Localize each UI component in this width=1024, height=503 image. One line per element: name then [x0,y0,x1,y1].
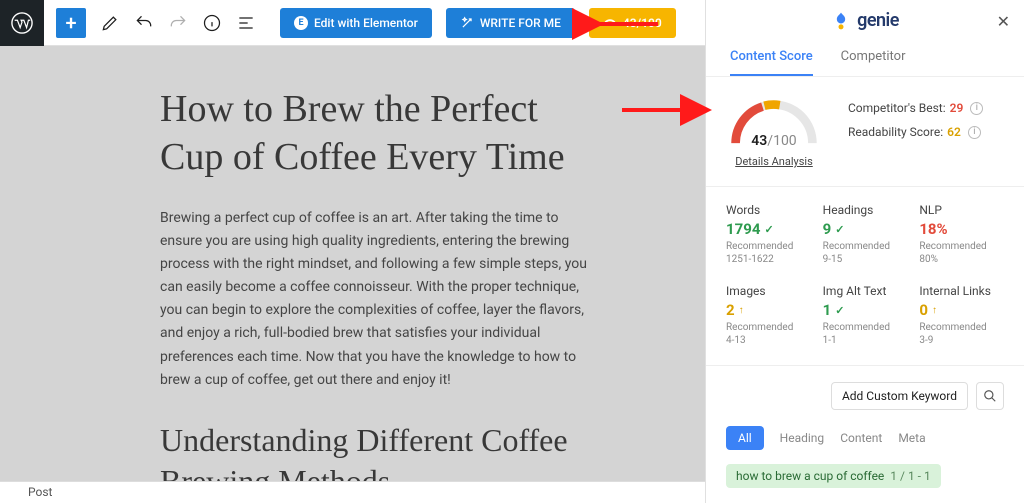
keyword-text: how to brew a cup of coffee [736,469,884,483]
score-side: Competitor's Best: 29 i Readability Scor… [848,95,1004,139]
filter-heading[interactable]: Heading [780,431,825,445]
stat-label: Images [726,284,811,298]
post-paragraph[interactable]: Brewing a perfect cup of coffee is an ar… [160,207,600,392]
keyword-toolbar: Add Custom Keyword [726,382,1004,410]
stat-value: 2 [726,301,735,319]
stat-images: Images 2 ↑ Recommended 4-13 [726,284,811,347]
brand-text: genie [857,10,899,31]
tab-content-score[interactable]: Content Score [730,41,813,76]
divider [706,365,1024,366]
stats-grid: Words 1794 ✓ Recommended 1251-1622 Heading… [726,203,1004,347]
keyword-pill[interactable]: how to brew a cup of coffee 1 / 1 - 1 [726,464,941,488]
write-for-me-button[interactable]: WRITE FOR ME [446,8,575,38]
genie-logo: genie [831,10,899,31]
info-icon[interactable]: i [968,126,981,139]
comp-best-label: Competitor's Best: [848,101,946,115]
panel-tabs: Content Score Competitor [706,37,1024,77]
check-icon: ✓ [835,223,844,236]
competitor-best-row: Competitor's Best: 29 i [848,101,1004,115]
stat-rec-label: Recommended [726,241,793,252]
genie-logo-icon [831,11,851,31]
stat-value: 0 [919,301,928,319]
add-block-button[interactable]: + [56,8,86,38]
close-icon[interactable]: ✕ [997,12,1010,31]
details-analysis-link[interactable]: Details Analysis [735,155,813,168]
elementor-label: Edit with Elementor [314,16,418,30]
keyword-count: 1 / 1 - 1 [890,469,930,483]
info-icon[interactable]: i [970,102,983,115]
add-keyword-button[interactable]: Add Custom Keyword [831,382,968,410]
comp-best-value: 29 [950,101,964,115]
filter-content[interactable]: Content [840,431,882,445]
search-icon [983,389,997,403]
stat-value: 1794 [726,220,760,238]
redo-icon[interactable] [168,13,188,33]
readability-row: Readability Score: 62 i [848,125,1004,139]
info-icon[interactable] [202,13,222,33]
toolbar-tools [100,13,256,33]
search-keyword-button[interactable] [976,382,1004,410]
tab-competitor[interactable]: Competitor [841,41,906,76]
filter-row: All Heading Content Meta [726,426,1004,450]
write-label: WRITE FOR ME [480,16,561,30]
stat-rec: 3-9 [919,335,933,346]
editor-canvas: How to Brew the Perfect Cup of Coffee Ev… [0,46,705,503]
stat-rec-label: Recommended [823,322,890,333]
editor-footer: Post [0,481,705,503]
wordpress-icon [11,12,33,34]
score-gauge [726,95,822,149]
filter-meta[interactable]: Meta [898,431,925,445]
wordpress-logo[interactable] [0,0,44,46]
post-title[interactable]: How to Brew the Perfect Cup of Coffee Ev… [160,86,600,181]
stat-value: 18% [919,220,947,238]
annotation-arrow-2 [620,100,710,124]
stat-rec-label: Recommended [726,322,793,333]
stat-nlp: NLP 18% Recommended 80% [919,203,1004,266]
stat-headings: Headings 9✓ Recommended 9-15 [823,203,908,266]
stat-rec-label: Recommended [919,241,986,252]
stat-alt: Img Alt Text 1✓ Recommended 1-1 [823,284,908,347]
stat-rec: 80% [919,254,938,265]
stat-label: Words [726,203,811,217]
arrow-up-icon: ↑ [932,305,937,316]
stat-rec-label: Recommended [823,241,890,252]
stat-links: Internal Links 0 ↑ Recommended 3-9 [919,284,1004,347]
stat-label: Headings [823,203,908,217]
arrow-up-icon: ↑ [739,305,744,316]
panel-body: 43/100 Details Analysis Competitor's Bes… [706,77,1024,503]
edit-elementor-button[interactable]: E Edit with Elementor [280,8,432,38]
annotation-arrow-1 [590,14,660,38]
stat-label: NLP [919,203,1004,217]
filter-all[interactable]: All [726,426,764,450]
stat-label: Img Alt Text [823,284,908,298]
magic-icon [460,16,474,30]
stat-label: Internal Links [919,284,1004,298]
stat-rec-label: Recommended [919,322,986,333]
score-row: 43/100 Details Analysis Competitor's Bes… [726,95,1004,168]
outline-icon[interactable] [236,13,256,33]
stat-value: 9 [823,220,832,238]
stat-value: 1 [823,301,832,319]
readability-value: 62 [947,125,961,139]
panel-header: genie ✕ [706,0,1024,37]
divider [706,186,1024,187]
readability-label: Readability Score: [848,125,943,139]
stat-words: Words 1794 ✓ Recommended 1251-1622 [726,203,811,266]
check-icon: ✓ [835,304,844,317]
elementor-icon: E [294,16,308,30]
stat-rec: 1-1 [823,335,837,346]
gauge-block: 43/100 Details Analysis [726,95,822,168]
check-icon: ✓ [764,223,773,236]
undo-icon[interactable] [134,13,154,33]
genie-panel: genie ✕ Content Score Competitor 43/100 … [705,0,1024,503]
stat-rec: 4-13 [726,335,746,346]
edit-icon[interactable] [100,13,120,33]
stat-rec: 1251-1622 [726,254,774,265]
stat-rec: 9-15 [823,254,843,265]
